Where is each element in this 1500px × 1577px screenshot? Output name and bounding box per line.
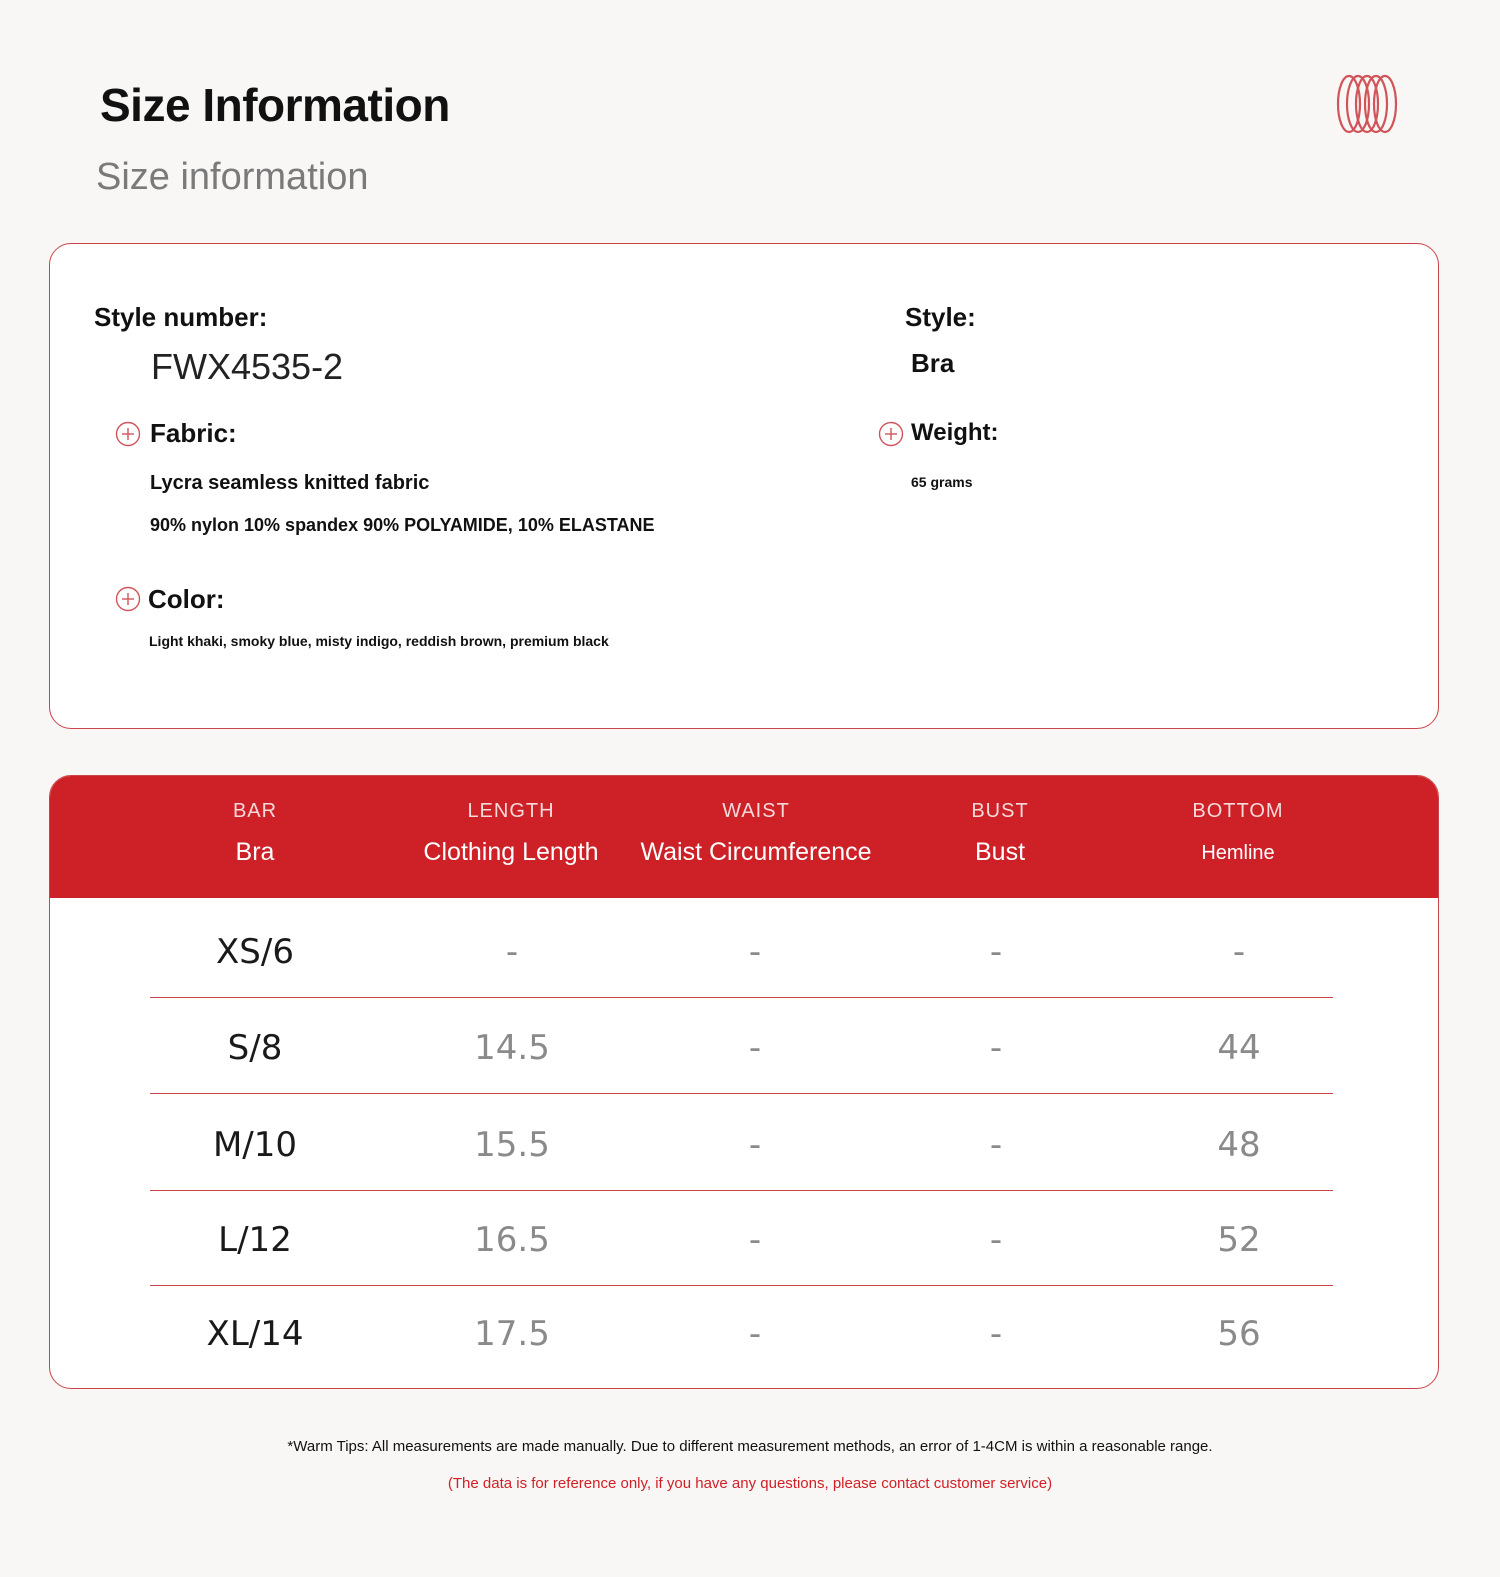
size-table: BAR Bra LENGTH Clothing Length WAIST Wai… [49,775,1439,1389]
table-row: L/12 16.5 - - 52 [150,1192,1333,1286]
size-cell: XS/6 [216,932,294,972]
table-row: XL/14 17.5 - - 56 [150,1286,1333,1380]
style-label: Style: [905,302,976,332]
reference-note: (The data is for reference only, if you … [447,1475,1053,1492]
rings-logo-icon [1336,74,1398,134]
waist-cell: - [748,932,762,972]
weight-value: 65 grams [911,474,973,490]
page-subtitle: Size information [96,156,369,198]
row-divider [150,1092,1333,1094]
table-row: XS/6 - - - - [150,904,1333,998]
weight-label: Weight: [911,419,999,446]
table-row: S/8 14.5 - - 44 [150,1000,1333,1094]
length-cell: 14.5 [474,1028,550,1068]
row-divider [150,996,1333,998]
table-header: BAR Bra LENGTH Clothing Length WAIST Wai… [50,776,1438,898]
column-header-en: WAIST [722,800,790,822]
waist-cell: - [748,1028,762,1068]
waist-cell: - [748,1125,762,1165]
plus-circle-icon [115,586,141,612]
length-cell: 15.5 [474,1125,550,1165]
length-cell: - [505,932,519,972]
row-divider [150,1189,1333,1191]
column-header-en: LENGTH [467,800,555,822]
size-cell: M/10 [212,1125,298,1165]
waist-cell: - [748,1220,762,1260]
column-header-en: BUST [971,800,1029,822]
color-label: Color: [148,584,225,614]
style-value: Bra [911,348,955,378]
waist-cell: - [748,1314,762,1354]
column-header-label: Waist Circumference [640,838,872,866]
bust-cell: - [989,1220,1003,1260]
style-number-label: Style number: [94,302,268,332]
size-cell: S/8 [227,1028,283,1068]
table-row: M/10 15.5 - - 48 [150,1097,1333,1191]
plus-circle-icon [115,421,141,447]
bust-cell: - [989,1314,1003,1354]
color-value: Light khaki, smoky blue, misty indigo, r… [149,633,609,649]
bust-cell: - [989,1028,1003,1068]
fabric-name: Lycra seamless knitted fabric [150,472,430,494]
fabric-composition: 90% nylon 10% spandex 90% POLYAMIDE, 10%… [150,515,655,535]
column-header-en: BOTTOM [1192,800,1284,822]
style-number-value: FWX4535-2 [151,346,344,387]
column-header-label: Bust [974,838,1026,866]
warm-tips: *Warm Tips: All measurements are made ma… [287,1438,1213,1455]
fabric-label: Fabric: [150,418,237,448]
bust-cell: - [989,1125,1003,1165]
length-cell: 17.5 [474,1314,550,1354]
plus-circle-icon [878,421,904,447]
hemline-cell: 48 [1217,1125,1261,1165]
hemline-cell: - [1232,932,1246,972]
hemline-cell: 52 [1217,1220,1261,1260]
bust-cell: - [989,932,1003,972]
column-header-label: Clothing Length [423,838,599,866]
column-header-en: BAR [232,800,278,822]
column-header-label: Hemline [1201,842,1275,864]
column-header-label: Bra [235,838,275,866]
size-cell: XL/14 [206,1314,304,1354]
length-cell: 16.5 [474,1220,550,1260]
product-info-card: Style number: FWX4535-2 Style: Bra Fabri… [49,243,1439,729]
size-cell: L/12 [218,1220,292,1260]
page-title: Size Information [100,79,450,131]
hemline-cell: 56 [1217,1314,1261,1354]
hemline-cell: 44 [1217,1028,1261,1068]
